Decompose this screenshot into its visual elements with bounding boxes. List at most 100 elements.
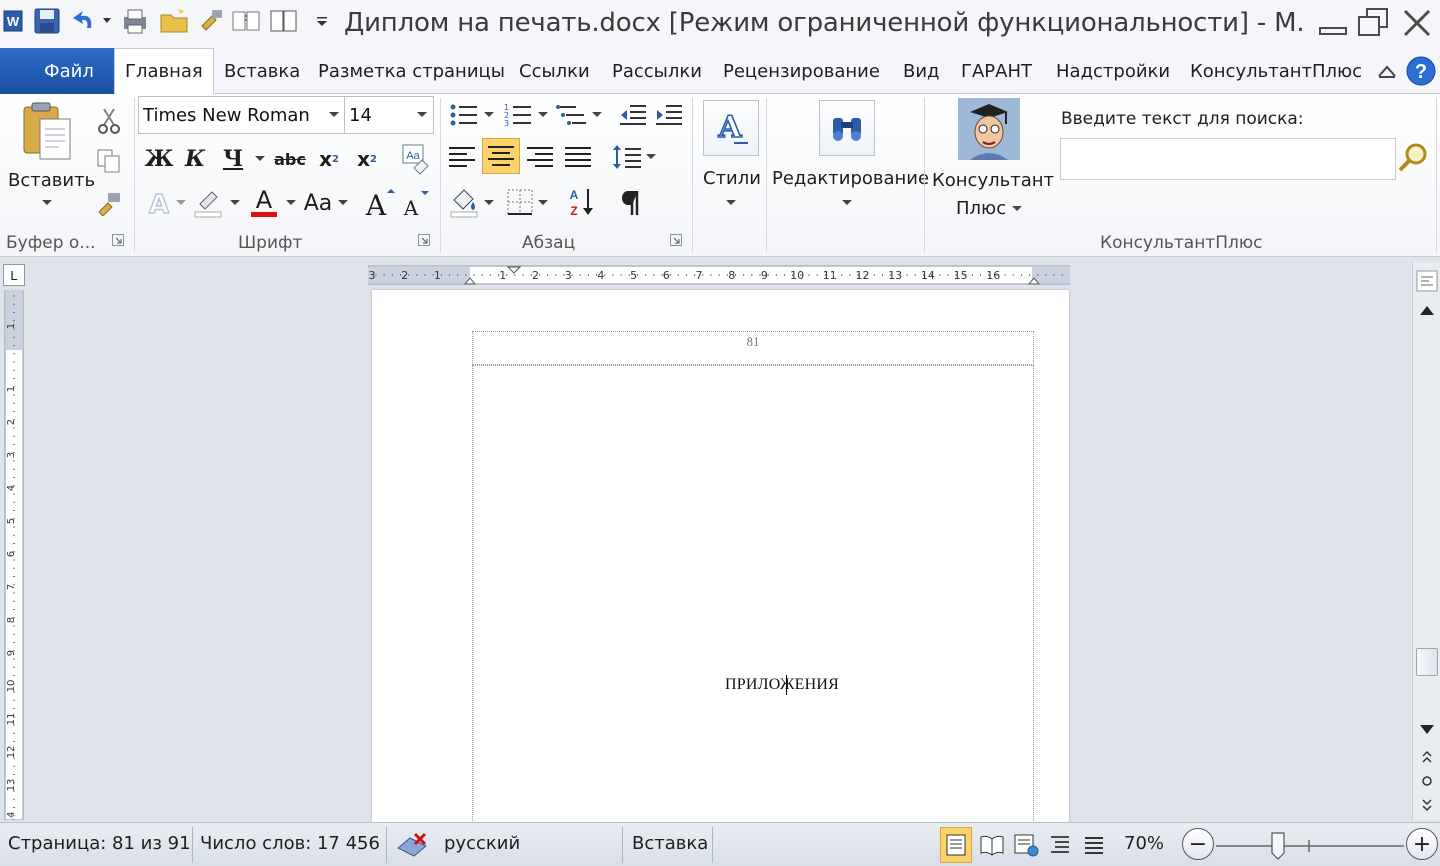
consultant-dropdown-icon[interactable] bbox=[1010, 202, 1024, 216]
strikethrough-button[interactable]: abc bbox=[272, 142, 308, 176]
tab-mailings[interactable]: Рассылки bbox=[602, 48, 712, 94]
paste-dropdown-icon[interactable] bbox=[40, 196, 54, 210]
bold-button[interactable]: Ж bbox=[142, 142, 176, 176]
highlight-icon[interactable] bbox=[190, 184, 226, 220]
grow-font-icon[interactable]: A bbox=[362, 186, 396, 220]
help-icon[interactable]: ? bbox=[1404, 54, 1438, 88]
borders-dropdown-icon[interactable] bbox=[536, 196, 550, 210]
highlight-dropdown-icon[interactable] bbox=[228, 196, 242, 210]
scroll-thumb[interactable] bbox=[1416, 648, 1438, 676]
tab-selector[interactable]: L bbox=[3, 264, 25, 286]
font-color-dropdown-icon[interactable] bbox=[284, 196, 298, 210]
editing-label[interactable]: Редактирование bbox=[772, 168, 929, 189]
zoom-slider-thumb[interactable] bbox=[1271, 832, 1285, 860]
ruler-toggle-icon[interactable] bbox=[1413, 266, 1440, 296]
bullets-icon[interactable] bbox=[446, 100, 482, 130]
shading-icon[interactable] bbox=[446, 184, 482, 220]
bullets-dropdown-icon[interactable] bbox=[482, 108, 496, 122]
customize-toolbar-icon[interactable] bbox=[312, 6, 332, 36]
tab-view[interactable]: Вид bbox=[893, 48, 950, 94]
italic-button[interactable]: К bbox=[178, 142, 212, 176]
decrease-indent-icon[interactable] bbox=[616, 100, 650, 130]
tab-page-layout[interactable]: Разметка страницы bbox=[308, 48, 515, 94]
styles-label[interactable]: Стили bbox=[703, 168, 761, 189]
font-name-field[interactable]: Times New Roman bbox=[138, 96, 346, 134]
align-left-icon[interactable] bbox=[444, 140, 480, 174]
format-painter-icon[interactable] bbox=[196, 6, 226, 36]
web-layout-view-icon[interactable] bbox=[1010, 827, 1042, 863]
save-icon[interactable] bbox=[30, 6, 64, 36]
tab-insert[interactable]: Вставка bbox=[214, 48, 310, 94]
zoom-out-button[interactable]: − bbox=[1182, 828, 1214, 860]
two-pages-icon[interactable] bbox=[266, 6, 302, 36]
consultant-avatar-icon[interactable] bbox=[958, 98, 1020, 160]
search-icon[interactable] bbox=[1396, 138, 1430, 178]
font-color-icon[interactable]: A bbox=[246, 184, 282, 220]
outline-view-icon[interactable] bbox=[1044, 827, 1076, 863]
status-insert-mode[interactable]: Вставка bbox=[632, 833, 708, 854]
subscript-button[interactable]: x2 bbox=[312, 142, 346, 176]
tab-garant[interactable]: ГАРАНТ bbox=[951, 48, 1042, 94]
font-size-field[interactable]: 14 bbox=[344, 96, 434, 134]
consultant-search-input[interactable] bbox=[1060, 138, 1396, 180]
vertical-scrollbar[interactable] bbox=[1412, 262, 1440, 820]
horizontal-ruler[interactable]: 3 2 1 1 2 3 4 5 6 7 8 9 10 11 12 13 14 15 16 bbox=[368, 264, 1070, 286]
word-logo-icon[interactable]: W bbox=[2, 6, 24, 36]
clipboard-launcher-icon[interactable] bbox=[112, 234, 124, 246]
multilevel-list-icon[interactable] bbox=[554, 100, 590, 130]
compare-icon[interactable] bbox=[230, 6, 262, 36]
multilevel-dropdown-icon[interactable] bbox=[590, 108, 604, 122]
status-language[interactable]: русский bbox=[444, 833, 520, 854]
underline-button[interactable]: Ч bbox=[216, 142, 250, 176]
cut-icon[interactable] bbox=[94, 106, 124, 136]
open-folder-icon[interactable] bbox=[156, 6, 192, 36]
status-page[interactable]: Страница: 81 из 91 bbox=[8, 833, 191, 854]
next-page-icon[interactable] bbox=[1413, 794, 1440, 816]
tab-review[interactable]: Рецензирование bbox=[713, 48, 890, 94]
styles-icon[interactable]: A bbox=[703, 100, 759, 156]
paragraph-launcher-icon[interactable] bbox=[670, 234, 682, 246]
page-body[interactable]: ПРИЛОЖЕНИЯ bbox=[472, 365, 1034, 845]
reading-view-icon[interactable] bbox=[976, 827, 1008, 863]
format-painter-ribbon-icon[interactable] bbox=[94, 188, 124, 218]
numbering-dropdown-icon[interactable] bbox=[536, 108, 550, 122]
align-right-icon[interactable] bbox=[522, 140, 558, 174]
copy-icon[interactable] bbox=[94, 146, 124, 176]
consultant-label-1[interactable]: Консультант bbox=[932, 170, 1054, 191]
scroll-down-icon[interactable] bbox=[1413, 718, 1440, 742]
document-page[interactable]: 81 ПРИЛОЖЕНИЯ bbox=[372, 290, 1069, 845]
line-spacing-dropdown-icon[interactable] bbox=[644, 150, 658, 164]
paste-icon[interactable] bbox=[14, 100, 80, 164]
browse-object-icon[interactable] bbox=[1413, 770, 1440, 792]
text-effects-icon[interactable]: A bbox=[142, 186, 176, 220]
scroll-up-icon[interactable] bbox=[1413, 298, 1440, 322]
sort-icon[interactable]: AZ bbox=[564, 184, 600, 220]
previous-page-icon[interactable] bbox=[1413, 746, 1440, 768]
chevron-down-icon[interactable] bbox=[329, 111, 339, 119]
numbering-icon[interactable]: 123 bbox=[500, 100, 536, 130]
proofing-icon[interactable] bbox=[394, 827, 430, 863]
page-header[interactable]: 81 bbox=[472, 331, 1034, 365]
zoom-slider[interactable] bbox=[1214, 831, 1410, 861]
font-launcher-icon[interactable] bbox=[418, 234, 430, 246]
draft-view-icon[interactable] bbox=[1078, 827, 1110, 863]
restore-icon[interactable] bbox=[1356, 6, 1390, 40]
chevron-down-icon[interactable] bbox=[417, 111, 427, 119]
undo-icon[interactable] bbox=[68, 6, 112, 36]
change-case-dropdown-icon[interactable] bbox=[336, 196, 350, 210]
zoom-level[interactable]: 70% bbox=[1124, 833, 1164, 854]
increase-indent-icon[interactable] bbox=[652, 100, 686, 130]
underline-dropdown-icon[interactable] bbox=[252, 152, 268, 166]
text-effects-dropdown-icon[interactable] bbox=[174, 196, 188, 210]
styles-dropdown-icon[interactable] bbox=[724, 196, 738, 210]
status-word-count[interactable]: Число слов: 17 456 bbox=[200, 833, 380, 854]
shrink-font-icon[interactable]: A bbox=[398, 186, 432, 220]
minimize-icon[interactable] bbox=[1316, 6, 1350, 40]
clear-formatting-icon[interactable]: Aa bbox=[396, 140, 434, 178]
tab-consultantplus[interactable]: КонсультантПлюс bbox=[1180, 48, 1372, 94]
superscript-button[interactable]: x2 bbox=[350, 142, 384, 176]
line-spacing-icon[interactable] bbox=[610, 140, 646, 174]
justify-icon[interactable] bbox=[560, 140, 596, 174]
show-marks-icon[interactable] bbox=[612, 184, 648, 220]
binoculars-icon[interactable] bbox=[819, 100, 875, 156]
